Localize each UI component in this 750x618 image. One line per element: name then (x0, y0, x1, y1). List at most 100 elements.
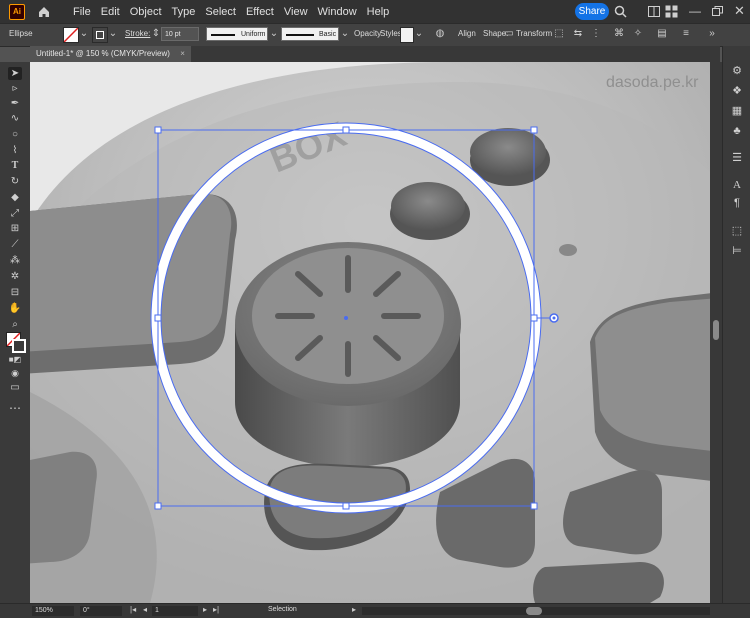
opacity-label[interactable]: Opacity (354, 29, 381, 38)
pen-icon[interactable]: ✒ (8, 97, 22, 110)
styles-dropdown-icon[interactable]: ⌄ (413, 28, 425, 40)
close-window-icon[interactable]: ✕ (734, 3, 745, 19)
tools-panel: ➤ ▹ ✒ ∿ ○ ⌇ T ↻ ◆ ⤢ ⊞ ⟋ ⁂ ✲ ⊟ ✋ ⌕ ◐ ■◩ ◉… (0, 62, 31, 603)
last-artboard-icon[interactable]: ▸| (213, 605, 219, 614)
edit-toolbar-icon[interactable]: ⋯ (8, 402, 22, 415)
flip-horizontal-icon[interactable]: ⇆ (572, 28, 584, 40)
hand-icon[interactable]: ✋ (8, 302, 22, 315)
horizontal-scroll-thumb[interactable] (526, 607, 542, 615)
align-panel-icon[interactable]: ⊨ (730, 244, 744, 258)
menu-list: File Edit Object Type Select Effect View… (73, 6, 389, 18)
eyedropper-icon[interactable]: ⟋ (8, 238, 22, 251)
menu-file[interactable]: File (73, 6, 91, 18)
illustrator-logo: Ai (9, 3, 25, 20)
shape-builder-icon[interactable]: ⊞ (8, 222, 22, 235)
profile-dropdown-icon[interactable]: ⌄ (268, 28, 280, 40)
close-tab-icon[interactable]: × (180, 49, 185, 58)
edit-path-icon[interactable]: ✧ (632, 28, 644, 40)
scale-icon[interactable]: ⤢ (8, 207, 22, 220)
variable-width-profile[interactable]: Uniform (206, 27, 268, 41)
properties-icon[interactable]: ☰ (730, 151, 744, 165)
appearance-icon[interactable]: ⚙ (730, 64, 744, 78)
symbols-icon[interactable]: ♣ (730, 124, 744, 138)
profile-value: Uniform (241, 31, 266, 38)
shape-options-icon[interactable]: ▭ (503, 28, 515, 40)
direct-selection-icon[interactable]: ▹ (8, 82, 22, 95)
stroke-swatch[interactable] (92, 27, 108, 43)
control-bar: Ellipse ⌄ ⌄ Stroke: ⇕ 10 pt Uniform ⌄ Ba… (0, 23, 750, 47)
status-bar: 150% 0° |◂ ◂ 1 ▸ ▸| Selection ▸ (0, 603, 750, 618)
canvas[interactable]: BOX (30, 62, 710, 603)
screen-mode-icon[interactable]: ▭ (8, 381, 22, 394)
artboard-field[interactable]: 1 (152, 606, 198, 616)
align-link[interactable]: Align (458, 29, 476, 38)
stroke-dropdown-icon[interactable]: ⌄ (107, 28, 119, 40)
distribute-icon[interactable]: ⋮ (590, 28, 602, 40)
artboard-icon[interactable]: ⊟ (8, 286, 22, 299)
selection-icon[interactable]: ➤ (8, 67, 22, 80)
brush-definition[interactable]: Basic (281, 27, 339, 41)
ellipse-icon[interactable]: ○ (8, 128, 22, 141)
workspace-switcher-icon[interactable] (665, 5, 679, 18)
share-button[interactable]: Share (575, 3, 609, 20)
stroke-label[interactable]: Stroke: (125, 29, 150, 38)
paragraph-icon[interactable]: ¶ (730, 196, 744, 210)
fill-dropdown-icon[interactable]: ⌄ (78, 28, 90, 40)
blend-icon[interactable]: ⁂ (8, 254, 22, 267)
minimize-icon[interactable]: — (689, 4, 701, 18)
menu-edit[interactable]: Edit (101, 6, 120, 18)
previous-artboard-icon[interactable]: ◂ (143, 605, 147, 614)
horizontal-scrollbar[interactable] (362, 607, 710, 615)
menu-type[interactable]: Type (172, 6, 196, 18)
rotate-icon[interactable]: ↻ (8, 175, 22, 188)
panel-options-icon[interactable]: ≡ (680, 28, 692, 40)
next-artboard-icon[interactable]: ▸ (203, 605, 207, 614)
stroke-weight-field[interactable]: 10 pt (161, 27, 199, 41)
search-icon[interactable] (614, 5, 627, 18)
brush-icon[interactable]: ⌇ (8, 144, 22, 157)
libraries-icon[interactable]: ▦ (730, 104, 744, 118)
character-icon[interactable]: A (730, 178, 744, 192)
brush-dropdown-icon[interactable]: ⌄ (339, 28, 351, 40)
menu-object[interactable]: Object (130, 6, 162, 18)
menu-view[interactable]: View (284, 6, 308, 18)
menu-window[interactable]: Window (318, 6, 357, 18)
symbol-sprayer-icon[interactable]: ✲ (8, 270, 22, 283)
eraser-icon[interactable]: ◆ (8, 191, 22, 204)
zoom-field[interactable]: 150% (32, 606, 74, 616)
status-menu-icon[interactable]: ▸ (352, 605, 356, 614)
isolate-selection-icon[interactable]: ⌘ (613, 28, 625, 40)
menu-bar: Ai File Edit Object Type Select Effect V… (0, 0, 750, 23)
vertical-scroll-thumb[interactable] (713, 320, 719, 340)
recolor-artwork-icon[interactable]: ◍ (434, 28, 446, 40)
graphic-style-swatch[interactable] (400, 27, 414, 43)
menu-help[interactable]: Help (367, 6, 390, 18)
transform-options-icon[interactable]: ⬚ (553, 28, 565, 40)
type-icon[interactable]: T (8, 159, 22, 172)
first-artboard-icon[interactable]: |◂ (130, 605, 136, 614)
layers-icon[interactable]: ❖ (730, 84, 744, 98)
fill-swatch[interactable] (63, 27, 79, 43)
status-mode[interactable]: Selection (268, 606, 297, 613)
rotation-field[interactable]: 0° (80, 606, 122, 616)
arrange-documents-icon[interactable] (648, 6, 660, 17)
toolbar-stroke-swatch[interactable] (12, 339, 26, 353)
artwork-image: BOX (30, 62, 710, 603)
collapse-arrows-icon[interactable]: » (706, 28, 718, 40)
arrange-icon[interactable]: ▤ (656, 28, 668, 40)
home-icon[interactable] (37, 5, 51, 19)
brush-value: Basic (319, 31, 337, 38)
curvature-icon[interactable]: ∿ (8, 112, 22, 125)
restore-icon[interactable] (712, 6, 723, 16)
document-tab[interactable]: Untitled-1* @ 150 % (CMYK/Preview) × (30, 46, 191, 62)
menu-select[interactable]: Select (205, 6, 236, 18)
color-mode-icon[interactable]: ■◩ (8, 353, 22, 366)
transform-link[interactable]: Transform (516, 29, 552, 38)
drawing-mode-icon[interactable]: ◉ (8, 367, 22, 380)
watermark-text: dasoda.pe.kr (606, 74, 699, 91)
vertical-scrollbar[interactable] (710, 62, 722, 603)
menu-effect[interactable]: Effect (246, 6, 274, 18)
transform-panel-icon[interactable]: ⬚ (730, 224, 744, 238)
panel-dock: ⚙ ❖ ▦ ♣ ☰ A ¶ ⬚ ⊨ (722, 46, 750, 603)
zoom-icon[interactable]: ⌕ (8, 318, 22, 331)
